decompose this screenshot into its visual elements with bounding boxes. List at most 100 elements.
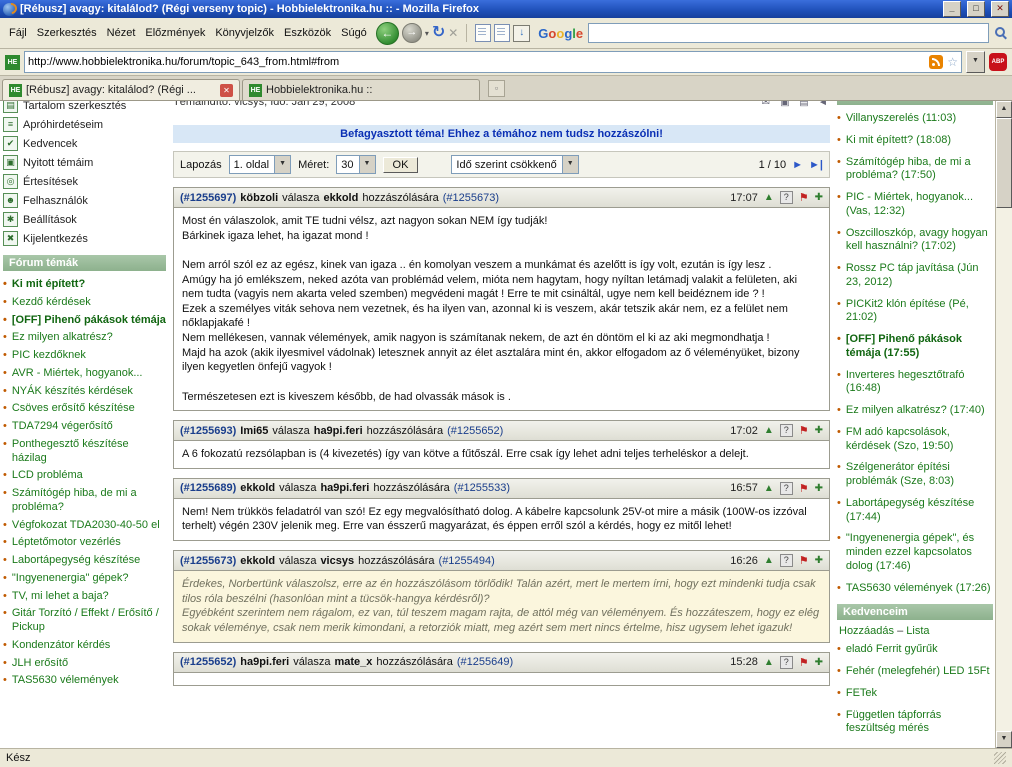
watch-topic-icon[interactable]: ▣	[778, 101, 792, 108]
recent-topic-link[interactable]: • Szélgenerátor építési problémák (Sze, …	[837, 459, 993, 491]
quote-reply-icon[interactable]: ✚	[815, 483, 823, 494]
forum-topic-link[interactable]: • Labortápegység készítése	[3, 552, 166, 570]
user-menu-item[interactable]: ▤ Tartalom szerkesztés	[3, 101, 166, 115]
top-arrow-icon[interactable]: ▲	[764, 425, 774, 436]
google-search-input[interactable]	[588, 23, 989, 43]
recent-topic-link[interactable]: • Ki mit épített? (18:08)	[837, 132, 993, 150]
order-select[interactable]: Idő szerint csökkenő ▼	[451, 155, 579, 174]
forward-button[interactable]: →	[401, 23, 422, 43]
forum-topic-link[interactable]: • Számítógép hiba, de mi a probléma?	[3, 485, 166, 517]
next-page-button[interactable]: ►	[792, 159, 803, 171]
print-icon[interactable]: ▤	[797, 101, 811, 108]
open-in-new-tab-icon[interactable]	[475, 24, 492, 42]
quote-reply-icon[interactable]: ✚	[815, 555, 823, 566]
post-id-link[interactable]: (#1255697)	[180, 192, 236, 204]
favorite-link[interactable]: • Fehér (melegfehér) LED 15Ft	[837, 663, 993, 681]
menu-item[interactable]: Nézet	[102, 24, 141, 42]
back-button[interactable]: ←	[375, 21, 399, 45]
report-flag-icon[interactable]: ⚑	[799, 191, 809, 204]
post-id-link[interactable]: (#1255689)	[180, 482, 236, 494]
ok-button[interactable]: OK	[382, 156, 419, 173]
history-dropdown-icon[interactable]: ▾	[425, 29, 429, 38]
forum-topic-link[interactable]: • Kezdő kérdések	[3, 294, 166, 312]
report-flag-icon[interactable]: ⚑	[799, 656, 809, 669]
recent-topic-link[interactable]: • FM adó kapcsolások, kérdések (Szo, 19:…	[837, 424, 993, 456]
recent-topic-link[interactable]: • TAS5630 vélemények (17:26)	[837, 580, 993, 598]
user-menu-item[interactable]: ✖ Kijelentkezés	[3, 229, 166, 248]
recent-topic-link[interactable]: • "Ingyenenergia gépek", és minden ezzel…	[837, 530, 993, 575]
forum-topic-link[interactable]: • LCD probléma	[3, 467, 166, 485]
rss-icon[interactable]	[929, 55, 944, 69]
top-arrow-icon[interactable]: ▲	[764, 192, 774, 203]
favorites-add-link[interactable]: Hozzáadás	[839, 625, 894, 637]
last-page-button[interactable]: ►|	[809, 159, 823, 171]
recent-topic-link[interactable]: • Ez milyen alkatrész? (17:40)	[837, 402, 993, 420]
post-author-link[interactable]: ekkold	[240, 555, 275, 567]
post-target-link[interactable]: ha9pi.feri	[314, 425, 363, 437]
post-author-link[interactable]: köbzoli	[240, 192, 278, 204]
post-target-link[interactable]: ha9pi.feri	[320, 482, 369, 494]
help-icon[interactable]: ?	[779, 554, 793, 567]
post-ref-link[interactable]: (#1255533)	[454, 482, 510, 494]
post-id-link[interactable]: (#1255673)	[180, 555, 236, 567]
minimize-button[interactable]: _	[943, 1, 961, 17]
duplicate-tab-icon[interactable]	[494, 24, 511, 42]
post-target-link[interactable]: vicsys	[320, 555, 354, 567]
first-page-icon[interactable]: ◄	[816, 101, 830, 108]
favorites-list-link[interactable]: Lista	[906, 625, 929, 637]
mail-icon[interactable]: ✉	[759, 101, 773, 108]
report-flag-icon[interactable]: ⚑	[799, 554, 809, 567]
recent-topic-link[interactable]: • Oszcilloszkóp, avagy hogyan kell haszn…	[837, 225, 993, 257]
reload-button[interactable]: ↻	[432, 25, 445, 41]
post-ref-link[interactable]: (#1255494)	[439, 555, 495, 567]
browser-tab[interactable]: HE Hobbielektronika.hu :: ✕	[242, 79, 480, 100]
forum-topic-link[interactable]: • Ponthegesztő készítése házilag	[3, 436, 166, 468]
forum-topic-link[interactable]: • Léptetőmotor vezérlés	[3, 534, 166, 552]
scroll-up-icon[interactable]: ▲	[996, 101, 1012, 118]
post-id-link[interactable]: (#1255693)	[180, 425, 236, 437]
user-menu-item[interactable]: ✱ Beállítások	[3, 210, 166, 229]
forum-topic-link[interactable]: • Gitár Torzító / Effekt / Erősítő / Pic…	[3, 605, 166, 637]
forum-topic-link[interactable]: • PIC kezdőknek	[3, 347, 166, 365]
maximize-button[interactable]: □	[967, 1, 985, 17]
recent-topic-link[interactable]: • Rossz PC táp javítása (Jún 23, 2012)	[837, 260, 993, 292]
forum-topic-link[interactable]: • TV, mi lehet a baja?	[3, 588, 166, 606]
adblock-icon[interactable]: ABP	[989, 53, 1007, 71]
help-icon[interactable]: ?	[779, 191, 793, 204]
post-author-link[interactable]: ha9pi.feri	[240, 656, 289, 668]
forum-topic-link[interactable]: • NYÁK készítés kérdések	[3, 383, 166, 401]
menu-item[interactable]: Fájl	[4, 24, 32, 42]
size-select[interactable]: 30 ▼	[336, 155, 376, 174]
recent-topic-link[interactable]: • PIC - Miértek, hogyanok... (Vas, 12:32…	[837, 189, 993, 221]
url-input[interactable]	[28, 56, 926, 68]
recent-topic-link[interactable]: • [OFF] Pihenő pákások témája (17:55)	[837, 331, 993, 363]
bookmark-star-icon[interactable]: ☆	[947, 56, 958, 68]
forum-topic-link[interactable]: • [OFF] Pihenő pákások témája	[3, 312, 166, 330]
menu-item[interactable]: Eszközök	[279, 24, 336, 42]
forum-topic-link[interactable]: • AVR - Miértek, hogyanok...	[3, 365, 166, 383]
user-menu-item[interactable]: ✔ Kedvencek	[3, 134, 166, 153]
forum-topic-link[interactable]: • Csöves erősítő készítése	[3, 400, 166, 418]
help-icon[interactable]: ?	[779, 655, 793, 669]
report-flag-icon[interactable]: ⚑	[799, 482, 809, 495]
favorite-link[interactable]: • Független tápforrás feszültség mérés	[837, 707, 993, 739]
stop-button[interactable]: ✕	[448, 26, 458, 40]
forum-topic-link[interactable]: • TAS5630 vélemények	[3, 672, 166, 690]
user-menu-item[interactable]: ≡ Apróhirdetéseim	[3, 115, 166, 134]
post-ref-link[interactable]: (#1255649)	[457, 656, 513, 668]
post-ref-link[interactable]: (#1255673)	[443, 192, 499, 204]
quote-reply-icon[interactable]: ✚	[815, 657, 823, 668]
post-author-link[interactable]: ekkold	[240, 482, 275, 494]
post-target-link[interactable]: mate_x	[334, 656, 372, 668]
forum-topic-link[interactable]: • "Ingyenenergia" gépek?	[3, 570, 166, 588]
url-dropdown-button[interactable]: ▼	[966, 51, 985, 73]
top-arrow-icon[interactable]: ▲	[764, 657, 774, 668]
forum-topic-link[interactable]: • Végfokozat TDA2030-40-50 el	[3, 517, 166, 535]
post-id-link[interactable]: (#1255652)	[180, 656, 236, 668]
recent-topic-link[interactable]: • Labortápegység készítése (17:44)	[837, 495, 993, 527]
forum-topic-link[interactable]: • Kondenzátor kérdés	[3, 637, 166, 655]
page-select[interactable]: 1. oldal ▼	[228, 155, 292, 174]
recent-topic-link[interactable]: • Villanyszerelés (11:03)	[837, 110, 993, 128]
search-icon[interactable]	[994, 26, 1008, 40]
menu-item[interactable]: Szerkesztés	[32, 24, 102, 42]
